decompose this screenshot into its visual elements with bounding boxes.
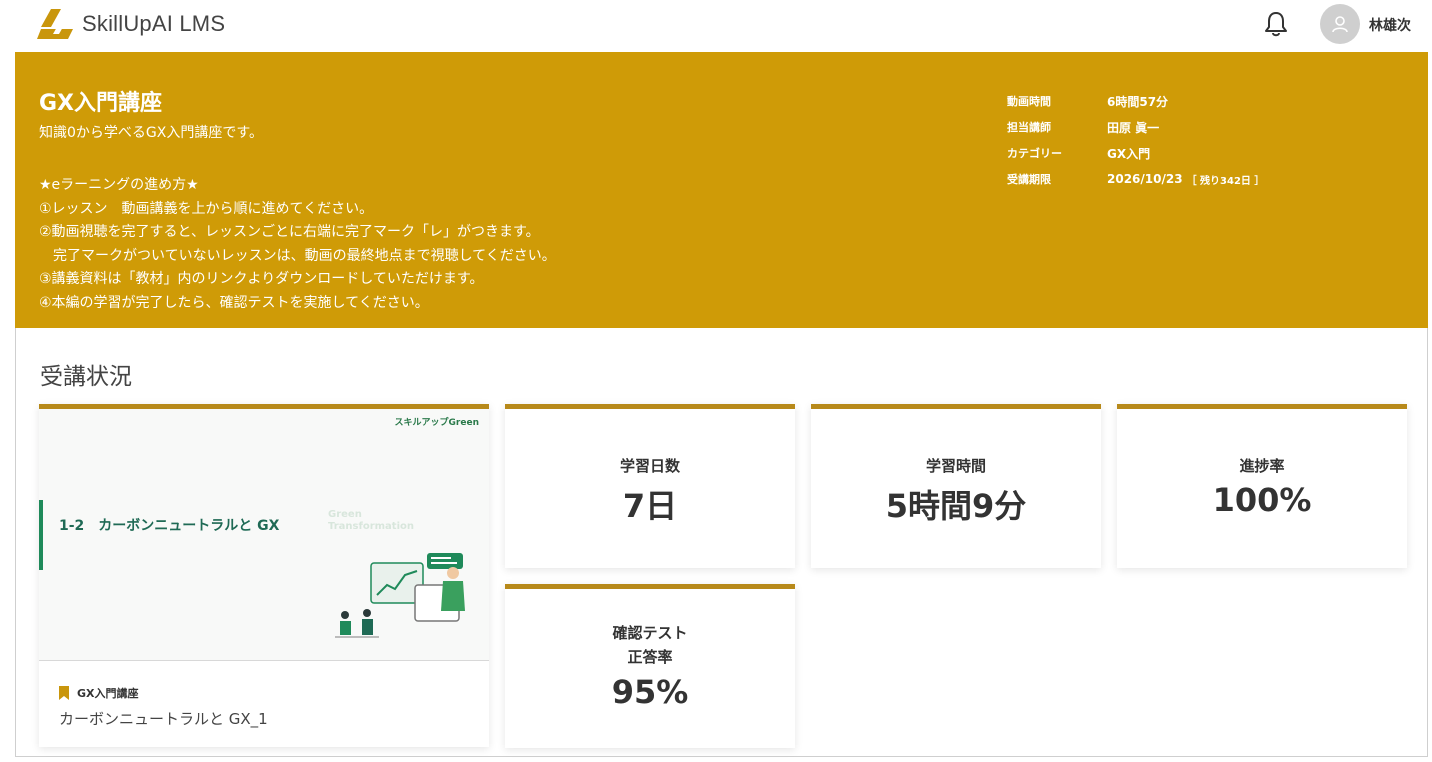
accent-bar [39, 500, 43, 570]
stat-card-progress: 進捗率 100% [1117, 404, 1407, 568]
stat-label-line: 正答率 [627, 648, 673, 666]
meta-value: GX入門 [1107, 146, 1151, 161]
avatar[interactable] [1320, 4, 1360, 44]
stat-label: 学習時間 [925, 457, 986, 475]
user-name[interactable]: 林雄次 [1369, 15, 1411, 35]
stat-value: 95% [611, 673, 689, 711]
app-name: SkillUpAI LMS [82, 11, 226, 36]
stat-value: 7日 [622, 487, 678, 525]
logo-mark-icon [37, 9, 73, 39]
stat-card-study-days: 学習日数 7日 [505, 404, 795, 568]
meta-value: 田原 眞一 [1107, 120, 1160, 135]
course-instructions: ★eラーニングの進め方★ ①レッスン 動画講義を上から順に進めてください。 ②動… [39, 174, 556, 315]
stat-value: 100% [1212, 481, 1312, 519]
course-meta: 動画時間 6時間57分 担当講師 田原 眞一 カテゴリー GX入門 受講期限 2… [1007, 88, 1264, 192]
thumbnail-heading: 1-2 カーボンニュートラルと GX [59, 518, 280, 534]
stat-card-study-time: 学習時間 5時間9分 [811, 404, 1101, 568]
presentation-illustration-icon [335, 553, 465, 638]
lesson-thumbnail[interactable]: スキルアップGreen 1-2 カーボンニュートラルと GX Green Tra… [39, 409, 489, 661]
app-logo[interactable]: SkillUpAI LMS [37, 7, 225, 41]
stat-card-test-score: 確認テスト 正答率 95% [505, 584, 795, 748]
meta-value: 2026/10/23 [1107, 172, 1183, 186]
meta-instructor: 担当講師 田原 眞一 [1007, 114, 1264, 140]
meta-value: 6時間57分 [1107, 94, 1169, 109]
stat-label: 確認テスト 正答率 [505, 621, 795, 669]
lesson-name[interactable]: カーボンニュートラルと GX_1 [59, 708, 268, 729]
instruction-line: ★eラーニングの進め方★ [39, 177, 199, 193]
bell-icon[interactable] [1263, 10, 1289, 38]
course-tag: GX入門講座 [59, 685, 139, 701]
instruction-line: ②動画視聴を完了すると、レッスンごとに右端に完了マーク「レ」がつきます。 [39, 224, 540, 240]
course-banner: GX入門講座 知識0から学べるGX入門講座です。 ★eラーニングの進め方★ ①レ… [15, 52, 1428, 328]
meta-label: 受講期限 [1007, 173, 1051, 186]
meta-label: 動画時間 [1007, 95, 1051, 108]
stat-label: 進捗率 [1239, 457, 1285, 475]
meta-label: 担当講師 [1007, 121, 1051, 134]
meta-video-time: 動画時間 6時間57分 [1007, 88, 1264, 114]
instruction-line: ④本編の学習が完了したら、確認テストを実施してください。 [39, 294, 429, 311]
bookmark-icon [59, 686, 69, 700]
deadline-remaining: ［ 残り342日 ］ [1186, 175, 1265, 187]
instruction-line: ①レッスン 動画講義を上から順に進めてください。 [39, 200, 374, 217]
stat-value: 5時間9分 [885, 487, 1027, 525]
top-header: SkillUpAI LMS 林雄次 [15, 0, 1428, 52]
thumbnail-watermark: Green Transformation [328, 509, 414, 532]
course-tag-label: GX入門講座 [77, 687, 139, 700]
course-description: 知識0から学べるGX入門講座です。 [39, 125, 263, 141]
lesson-card[interactable]: スキルアップGreen 1-2 カーボンニュートラルと GX Green Tra… [39, 404, 489, 747]
user-icon [1332, 16, 1348, 33]
stat-label-line: 確認テスト [612, 624, 688, 642]
section-title: 受講状況 [40, 364, 132, 390]
meta-label: カテゴリー [1007, 147, 1062, 160]
meta-category: カテゴリー GX入門 [1007, 140, 1264, 166]
instruction-line: ③講義資料は「教材」内のリンクよりダウンロードしていただけます。 [39, 271, 484, 287]
stat-label: 学習日数 [619, 457, 680, 475]
meta-deadline: 受講期限 2026/10/23 ［ 残り342日 ］ [1007, 166, 1264, 192]
instruction-line: 完了マークがついていないレッスンは、動画の最終地点まで視聴してください。 [39, 247, 556, 264]
course-title: GX入門講座 [39, 91, 163, 116]
brand-tag: スキルアップGreen [394, 418, 479, 428]
